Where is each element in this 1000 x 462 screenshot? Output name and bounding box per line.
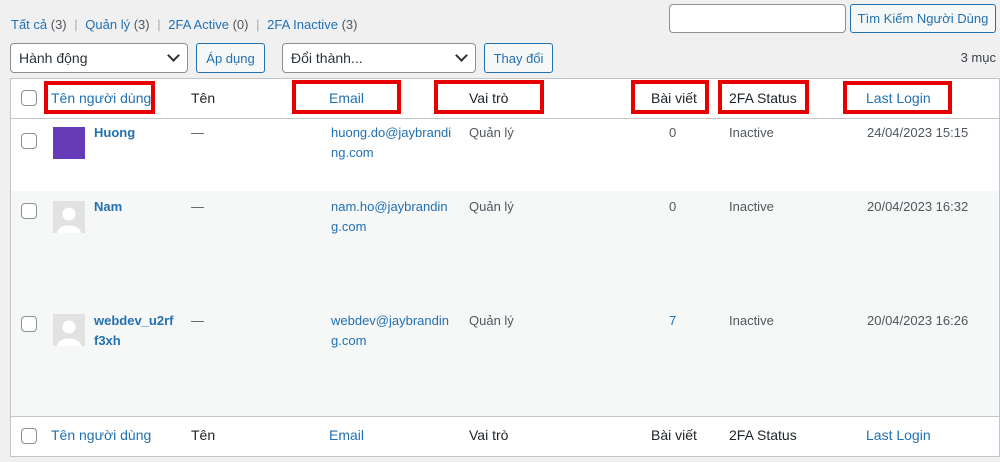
last-login-cell: 20/04/2023 16:26 [867,313,969,328]
name-cell: — [191,199,204,214]
name-cell: — [191,125,204,140]
email-line: ng.com [331,145,374,160]
avatar [53,314,85,346]
column-role: Vai trò [469,90,509,106]
column-username[interactable]: Tên người dùng [51,90,151,106]
change-role-button[interactable]: Thay đổi [484,43,553,73]
select-all-checkbox[interactable] [21,428,37,444]
filter-all-count: (3) [50,17,67,32]
2fa-status-cell: Inactive [729,199,774,214]
email-line: g.com [331,333,367,348]
filter-2fa-active-count: (0) [232,17,249,32]
column-posts: Bài viết [651,90,697,106]
bulk-action-value: Hành động [19,50,88,66]
column-2fa-status: 2FA Status [729,90,797,106]
role-cell: Quản lý [469,199,514,214]
role-cell: Quản lý [469,125,514,140]
column-email[interactable]: Email [329,90,364,106]
filter-admin-link[interactable]: Quản lý [85,17,130,32]
select-all-checkbox[interactable] [21,90,37,106]
item-count: 3 mục [960,50,996,65]
username-line: f3xh [94,333,121,348]
chevron-down-icon [455,49,468,62]
posts-link[interactable]: 7 [669,311,676,331]
column-posts: Bài viết [651,427,697,443]
table-row: webdev_u2rf f3xh — webdev@jaybrandin g.c… [11,304,999,417]
table-footer: Tên người dùng Tên Email Vai trò Bài viế… [11,416,999,456]
row-checkbox[interactable] [21,316,37,332]
username-line: webdev_u2rf [94,313,174,328]
change-role-select[interactable]: Đổi thành... [282,43,476,73]
user-filter-views: Tất cả (3) | Quản lý (3) | 2FA Active (0… [11,17,357,32]
column-2fa-status: 2FA Status [729,427,797,443]
avatar [53,127,85,159]
name-cell: — [191,313,204,328]
search-users-button[interactable]: Tìm Kiếm Người Dùng [850,4,996,33]
table-header: Tên người dùng Tên Email Vai trò Bài viế… [11,79,999,119]
avatar [53,201,85,233]
apply-button[interactable]: Áp dụng [196,43,265,73]
filter-separator: | [74,17,78,32]
default-user-icon [53,314,85,346]
column-username[interactable]: Tên người dùng [51,427,151,443]
row-checkbox[interactable] [21,133,37,149]
filter-all-link[interactable]: Tất cả [11,17,47,32]
change-role-value: Đổi thành... [291,50,363,66]
column-name: Tên [191,90,216,106]
email-link[interactable]: nam.ho@jaybrandin g.com [331,197,448,237]
email-link[interactable]: webdev@jaybrandin g.com [331,311,449,351]
role-cell: Quản lý [469,313,514,328]
email-line: g.com [331,219,367,234]
filter-separator: | [157,17,161,32]
filter-2fa-active-link[interactable]: 2FA Active [168,17,229,32]
email-line: nam.ho@jaybrandin [331,199,448,214]
posts-cell: 0 [669,125,677,140]
filter-separator: | [256,17,260,32]
column-last-login[interactable]: Last Login [866,427,931,443]
2fa-status-cell: Inactive [729,313,774,328]
username-link[interactable]: Nam [94,197,122,217]
search-input[interactable] [669,4,846,33]
chevron-down-icon [167,49,180,62]
users-table: Tên người dùng Tên Email Vai trò Bài viế… [10,78,1000,457]
table-row: Huong — huong.do@jaybrandi ng.com Quản l… [11,119,999,191]
last-login-cell: 20/04/2023 16:32 [867,199,969,214]
filter-2fa-inactive-count: (3) [341,17,358,32]
column-role: Vai trò [469,427,509,443]
2fa-status-cell: Inactive [729,125,774,140]
posts-cell: 0 [669,199,677,214]
column-email[interactable]: Email [329,427,364,443]
column-name: Tên [191,427,216,443]
username-link[interactable]: Huong [94,123,135,143]
table-row: Nam — nam.ho@jaybrandin g.com Quản lý 0 … [11,191,999,304]
email-link[interactable]: huong.do@jaybrandi ng.com [331,123,451,163]
email-line: webdev@jaybrandin [331,313,449,328]
last-login-cell: 24/04/2023 15:15 [867,125,969,140]
row-checkbox[interactable] [21,203,37,219]
email-line: huong.do@jaybrandi [331,125,452,140]
default-user-icon [53,201,85,233]
filter-2fa-inactive-link[interactable]: 2FA Inactive [267,17,338,32]
column-last-login[interactable]: Last Login [866,90,931,106]
bulk-action-select[interactable]: Hành động [10,43,188,73]
username-link[interactable]: webdev_u2rf f3xh [94,311,173,351]
filter-admin-count: (3) [133,17,150,32]
